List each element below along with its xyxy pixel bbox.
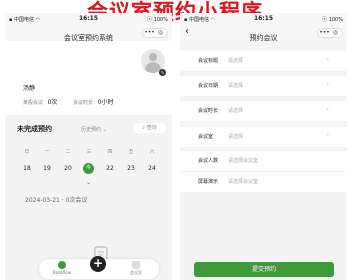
- avatar-head-shape: [149, 53, 157, 61]
- room-icon: [132, 261, 140, 269]
- date-cell[interactable]: 23: [124, 163, 138, 174]
- nav-bar: ‹ 预约会议 ••• ◎: [180, 25, 347, 42]
- close-circle-icon[interactable]: ◎: [155, 29, 166, 37]
- field-label: 会议标题: [198, 58, 219, 64]
- field-label: 会议时长: [198, 108, 219, 114]
- home-screen: ▪ 中国电信 ◠ 16:15 ⓢ 100% 会议室预约系统 ••• ◎ ✎ 汤静 …: [5, 13, 172, 280]
- stats-row: 某般会议 0次 会议时长 0小时: [23, 97, 113, 106]
- expand-calendar-icon[interactable]: ⌄: [5, 179, 172, 186]
- weekday-label: 四: [107, 149, 113, 155]
- form-row-screen[interactable]: 屏幕演示 请选择会议室: [180, 172, 347, 192]
- field-label: 会议日期: [198, 83, 219, 89]
- field-label: 会议人数: [198, 158, 219, 164]
- chevron-right-icon: ›: [326, 106, 329, 113]
- field-value[interactable]: 请选择: [228, 57, 243, 64]
- battery-text: ⓢ 100%: [322, 17, 343, 23]
- username: 汤静: [23, 85, 36, 92]
- duration-label: 会议时长: [73, 100, 94, 106]
- tab-room[interactable]: 会议室: [121, 261, 151, 276]
- date-cell[interactable]: 19: [40, 163, 54, 174]
- field-value[interactable]: 请选择会议室: [228, 157, 258, 164]
- weekday-label: 二: [65, 149, 71, 155]
- booking-screen: ▪ 中国电信 ◠ 16:15 ⓢ 100% ‹ 预约会议 ••• ◎ 会议标题 请…: [180, 13, 347, 280]
- capsule-menu[interactable]: ••• ◎: [142, 28, 168, 38]
- form-row-room[interactable]: 会议室 请选择 ›: [180, 127, 347, 147]
- date-cell[interactable]: 24: [145, 163, 159, 174]
- chevron-right-icon: ›: [326, 132, 329, 139]
- date-row: 18 19 20 今 22 23 24: [5, 163, 172, 175]
- weekday-label: 日: [24, 149, 30, 155]
- weekday-label: 一: [44, 149, 50, 155]
- nav-bar: 会议室预约系统 ••• ◎: [5, 25, 172, 42]
- more-icon[interactable]: •••: [319, 29, 330, 37]
- weekday-row: 日 一 二 三 四 五 六: [5, 148, 172, 156]
- form-row-title[interactable]: 会议标题 请选择 ›: [180, 51, 347, 71]
- field-label: 会议室: [198, 134, 214, 140]
- nav-title: 预约会议: [249, 34, 278, 42]
- submit-booking-button[interactable]: 提交预约: [194, 262, 334, 277]
- close-circle-icon[interactable]: ◎: [330, 29, 341, 37]
- back-arrow-icon[interactable]: ‹: [185, 26, 189, 37]
- chevron-right-icon: ›: [326, 56, 329, 63]
- home-icon: [58, 261, 66, 269]
- field-value[interactable]: 请选择: [228, 82, 243, 89]
- meetings-value: 0次: [47, 99, 58, 106]
- duration-value: 0小时: [97, 99, 114, 106]
- weekday-label: 三: [86, 149, 92, 155]
- status-bar: ▪ 中国电信 ◠ 16:15 ⓢ 100%: [5, 13, 172, 25]
- date-cell-today[interactable]: 今: [83, 163, 94, 174]
- date-summary: 2024-03-21 · 0次会议: [25, 197, 88, 204]
- chevron-right-icon: ›: [326, 81, 329, 88]
- form-row-attendees[interactable]: 会议人数 请选择会议室: [180, 151, 347, 171]
- meetings-label: 某般会议: [23, 100, 44, 106]
- weekday-label: 五: [128, 149, 134, 155]
- status-bar: ▪ 中国电信 ◠ 16:15 ⓢ 100%: [180, 13, 347, 25]
- profile-card: ✎ 汤静 某般会议 0次 会议时长 0小时: [5, 41, 172, 115]
- section-title: 未完成预约: [17, 125, 52, 133]
- field-value[interactable]: 请选择: [228, 107, 243, 114]
- tab-home-label: Bookflow: [52, 270, 72, 275]
- search-button[interactable]: ⌕ 查询: [133, 123, 166, 133]
- tab-bar: Bookflow + 会议室: [39, 256, 159, 279]
- weekday-label: 六: [149, 149, 155, 155]
- edit-icon[interactable]: ✎: [159, 69, 166, 76]
- capsule-menu[interactable]: ••• ◎: [317, 28, 343, 38]
- tab-room-label: 会议室: [130, 270, 142, 275]
- add-booking-button[interactable]: +: [90, 256, 106, 272]
- date-cell[interactable]: 20: [61, 163, 75, 174]
- date-cell[interactable]: 18: [20, 163, 34, 174]
- more-icon[interactable]: •••: [144, 29, 155, 37]
- form-row-duration[interactable]: 会议时长 请选择 ›: [180, 101, 347, 121]
- pending-section-header: 未完成预约 历史预约 ⌄ ⌕ 查询: [5, 121, 172, 137]
- field-label: 屏幕演示: [198, 179, 219, 185]
- tab-home[interactable]: Bookflow: [47, 261, 77, 275]
- battery-text: ⓢ 100%: [147, 17, 168, 23]
- field-value[interactable]: 请选择: [228, 133, 243, 140]
- field-value[interactable]: 请选择会议室: [228, 178, 258, 185]
- history-dropdown[interactable]: 历史预约 ⌄: [81, 126, 107, 133]
- date-cell[interactable]: 22: [103, 163, 117, 174]
- form-row-date[interactable]: 会议日期 请选择 ›: [180, 76, 347, 96]
